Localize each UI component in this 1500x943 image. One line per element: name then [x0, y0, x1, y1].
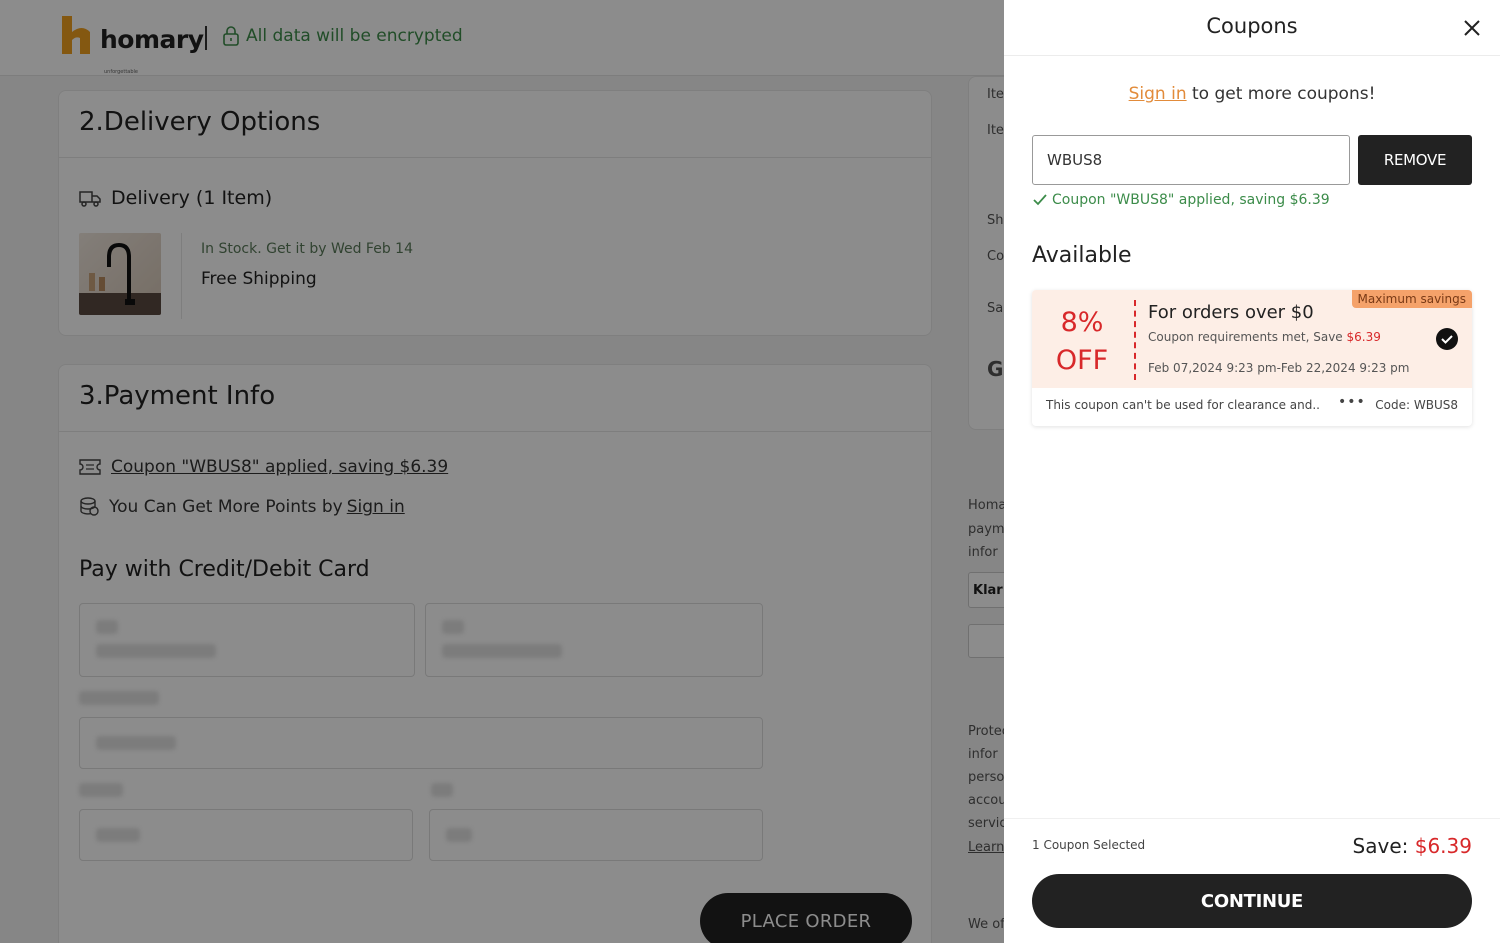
coupon-requirement-amount: $6.39 — [1346, 330, 1381, 344]
signin-prompt: Sign in to get more coupons! — [1004, 84, 1500, 104]
more-options-icon[interactable]: ••• — [1338, 394, 1366, 410]
coupon-applied-message: Coupon "WBUS8" applied, saving $6.39 — [1032, 192, 1330, 208]
coupon-code-input[interactable] — [1032, 135, 1350, 185]
coupons-drawer: Coupons Sign in to get more coupons! REM… — [1004, 0, 1500, 943]
drawer-title: Coupons — [1206, 14, 1298, 38]
coupon-discount: 8% OFF — [1032, 304, 1132, 380]
coupons-selected-count: 1 Coupon Selected — [1032, 838, 1146, 852]
signin-suffix: to get more coupons! — [1192, 84, 1376, 104]
coupon-restriction: This coupon can't be used for clearance … — [1046, 398, 1320, 412]
signin-link[interactable]: Sign in — [1129, 84, 1187, 104]
available-heading: Available — [1032, 243, 1132, 268]
checkmark-icon — [1033, 194, 1047, 206]
save-label: Save: — [1352, 834, 1409, 858]
remove-coupon-button[interactable]: REMOVE — [1358, 135, 1472, 185]
coupon-card[interactable]: 8% OFF For orders over $0 Coupon require… — [1032, 290, 1472, 426]
coupon-condition: For orders over $0 — [1148, 302, 1314, 323]
continue-button[interactable]: CONTINUE — [1032, 874, 1472, 928]
coupon-off: OFF — [1055, 345, 1109, 376]
coupon-percent: 8% — [1060, 307, 1104, 338]
coupon-code-label: Code: WBUS8 — [1375, 398, 1458, 412]
coupon-card-body: 8% OFF For orders over $0 Coupon require… — [1032, 290, 1472, 388]
maximum-savings-badge: Maximum savings — [1351, 290, 1472, 308]
coupon-requirement: Coupon requirements met, Save $6.39 — [1148, 330, 1381, 344]
coupon-perforation — [1134, 300, 1136, 380]
close-icon[interactable] — [1460, 16, 1484, 40]
save-amount: $6.39 — [1414, 834, 1472, 858]
coupon-applied-text: Coupon "WBUS8" applied, saving $6.39 — [1052, 192, 1330, 208]
drawer-footer-divider — [1004, 818, 1500, 819]
selected-check-icon[interactable] — [1435, 327, 1459, 351]
drawer-header-divider — [1004, 55, 1500, 56]
coupon-validity: Feb 07,2024 9:23 pm-Feb 22,2024 9:23 pm — [1148, 361, 1410, 375]
savings-total: Save: $6.39 — [1353, 834, 1472, 858]
